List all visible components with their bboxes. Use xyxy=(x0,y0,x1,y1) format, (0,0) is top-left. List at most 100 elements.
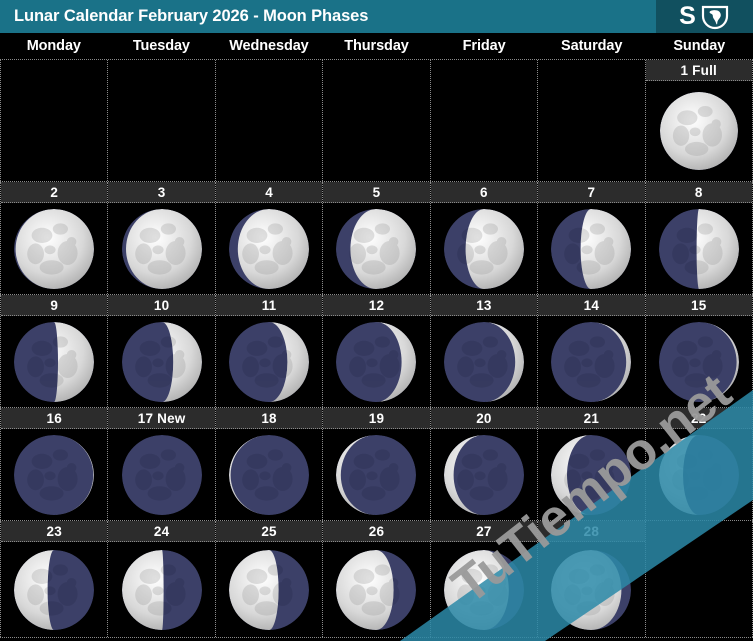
calendar-day-12[interactable]: 12 xyxy=(323,295,431,407)
calendar-day-2[interactable]: 2 xyxy=(0,182,109,294)
logo-letter: S xyxy=(679,2,696,30)
day-number-label: 18 xyxy=(215,408,323,429)
calendar-day-14[interactable]: 14 xyxy=(538,295,646,407)
day-number-label: 28 xyxy=(538,521,645,542)
title-bar: Lunar Calendar February 2026 - Moon Phas… xyxy=(0,0,753,33)
day-number-label: 25 xyxy=(215,521,323,542)
calendar-week: 9 10 11 12 13 14 15 xyxy=(0,294,753,407)
moon-phase-icon xyxy=(1,542,107,637)
calendar-day-23[interactable]: 23 xyxy=(0,521,109,637)
moon-phase-icon xyxy=(108,81,214,181)
calendar-day-17[interactable]: 17 New xyxy=(108,408,216,520)
moon-phase-icon xyxy=(323,542,429,637)
day-number-label: 24 xyxy=(108,521,215,542)
calendar-week: 2 3 4 5 6 7 8 xyxy=(0,181,753,294)
weekday-tuesday: Tuesday xyxy=(132,38,190,54)
calendar-day-10[interactable]: 10 xyxy=(108,295,216,407)
moon-phase-icon xyxy=(216,316,322,407)
moon-phase-icon xyxy=(538,81,644,181)
moon-phase-icon xyxy=(1,316,107,407)
calendar-day-16[interactable]: 16 xyxy=(0,408,109,520)
day-number-label: 4 xyxy=(215,182,323,203)
calendar-day-4[interactable]: 4 xyxy=(215,182,324,294)
moon-phase-icon xyxy=(1,203,107,294)
moon-phase-icon xyxy=(646,542,752,637)
calendar-day-7[interactable]: 7 xyxy=(538,182,646,294)
day-number-label: 17 New xyxy=(108,408,215,429)
day-number-label: 26 xyxy=(323,521,430,542)
day-number-label: 6 xyxy=(430,182,538,203)
calendar-day-22[interactable]: 22 xyxy=(645,408,753,520)
calendar-day-empty xyxy=(645,521,753,637)
calendar-day-3[interactable]: 3 xyxy=(108,182,216,294)
day-number-label: 13 xyxy=(430,295,538,316)
moon-phase-icon xyxy=(1,81,107,181)
calendar-week: 16 17 New 18 19 20 21 22 xyxy=(0,407,753,520)
day-number-label: 15 xyxy=(645,295,752,316)
weekday-sunday: Sunday xyxy=(673,38,726,54)
moon-phase-icon xyxy=(431,429,537,520)
day-number-label: 5 xyxy=(323,182,430,203)
calendar-day-28[interactable]: 28 xyxy=(538,521,646,637)
moon-phase-icon xyxy=(538,316,644,407)
calendar-day-26[interactable]: 26 xyxy=(323,521,431,637)
day-number-label: 2 xyxy=(1,182,108,203)
calendar-day-24[interactable]: 24 xyxy=(108,521,216,637)
calendar-day-empty xyxy=(430,60,539,181)
day-number-label: 9 xyxy=(1,295,108,316)
day-number-label: 16 xyxy=(1,408,108,429)
weekday-saturday: Saturday xyxy=(561,38,623,54)
lunar-calendar-page: Lunar Calendar February 2026 - Moon Phas… xyxy=(0,0,753,641)
moon-phase-icon xyxy=(538,203,644,294)
moon-phase-icon xyxy=(431,203,537,294)
calendar-day-19[interactable]: 19 xyxy=(323,408,431,520)
calendar-day-13[interactable]: 13 xyxy=(430,295,539,407)
calendar-day-1[interactable]: 1 Full xyxy=(645,60,753,181)
moon-phase-icon xyxy=(108,203,214,294)
calendar-day-20[interactable]: 20 xyxy=(430,408,539,520)
moon-phase-icon xyxy=(538,429,644,520)
moon-phase-icon xyxy=(431,542,537,637)
calendar-day-27[interactable]: 27 xyxy=(430,521,539,637)
moon-phase-icon xyxy=(216,81,322,181)
day-number-label: 22 xyxy=(645,408,752,429)
calendar-day-11[interactable]: 11 xyxy=(215,295,324,407)
calendar-day-9[interactable]: 9 xyxy=(0,295,109,407)
moon-phase-icon xyxy=(216,542,322,637)
day-number-label: 20 xyxy=(430,408,538,429)
weekday-friday: Friday xyxy=(462,38,506,54)
weekday-monday: Monday xyxy=(26,38,81,54)
moon-phase-icon xyxy=(323,429,429,520)
calendar-day-empty xyxy=(323,60,431,181)
calendar-day-25[interactable]: 25 xyxy=(215,521,324,637)
day-number-label: 23 xyxy=(1,521,108,542)
moon-phase-icon xyxy=(1,429,107,520)
moon-phase-icon xyxy=(323,203,429,294)
globe-icon xyxy=(701,5,728,29)
calendar-grid: 1 Full 2 3 4 5 6 7 8 9 10 11 12 13 14 15… xyxy=(0,59,753,638)
moon-phase-icon xyxy=(216,429,322,520)
moon-phase-icon xyxy=(431,316,537,407)
moon-phase-icon xyxy=(646,429,752,520)
moon-phase-icon xyxy=(538,542,644,637)
page-title: Lunar Calendar February 2026 - Moon Phas… xyxy=(14,7,369,25)
moon-phase-icon xyxy=(323,81,429,181)
calendar-day-6[interactable]: 6 xyxy=(430,182,539,294)
calendar-day-8[interactable]: 8 xyxy=(645,182,753,294)
calendar-day-21[interactable]: 21 xyxy=(538,408,646,520)
calendar-day-18[interactable]: 18 xyxy=(215,408,324,520)
day-number-label: 21 xyxy=(538,408,645,429)
moon-phase-icon xyxy=(323,316,429,407)
day-number-label: 19 xyxy=(323,408,430,429)
day-number-label: 8 xyxy=(645,182,752,203)
weekday-wednesday: Wednesday xyxy=(229,38,309,54)
calendar-day-15[interactable]: 15 xyxy=(645,295,753,407)
calendar-day-empty xyxy=(538,60,646,181)
day-number-label: 1 Full xyxy=(645,60,752,81)
moon-phase-icon xyxy=(646,316,752,407)
site-logo[interactable]: S xyxy=(656,0,753,33)
day-number-label: 3 xyxy=(108,182,215,203)
moon-phase-icon xyxy=(431,81,537,181)
calendar-day-5[interactable]: 5 xyxy=(323,182,431,294)
day-number-label: 27 xyxy=(430,521,538,542)
